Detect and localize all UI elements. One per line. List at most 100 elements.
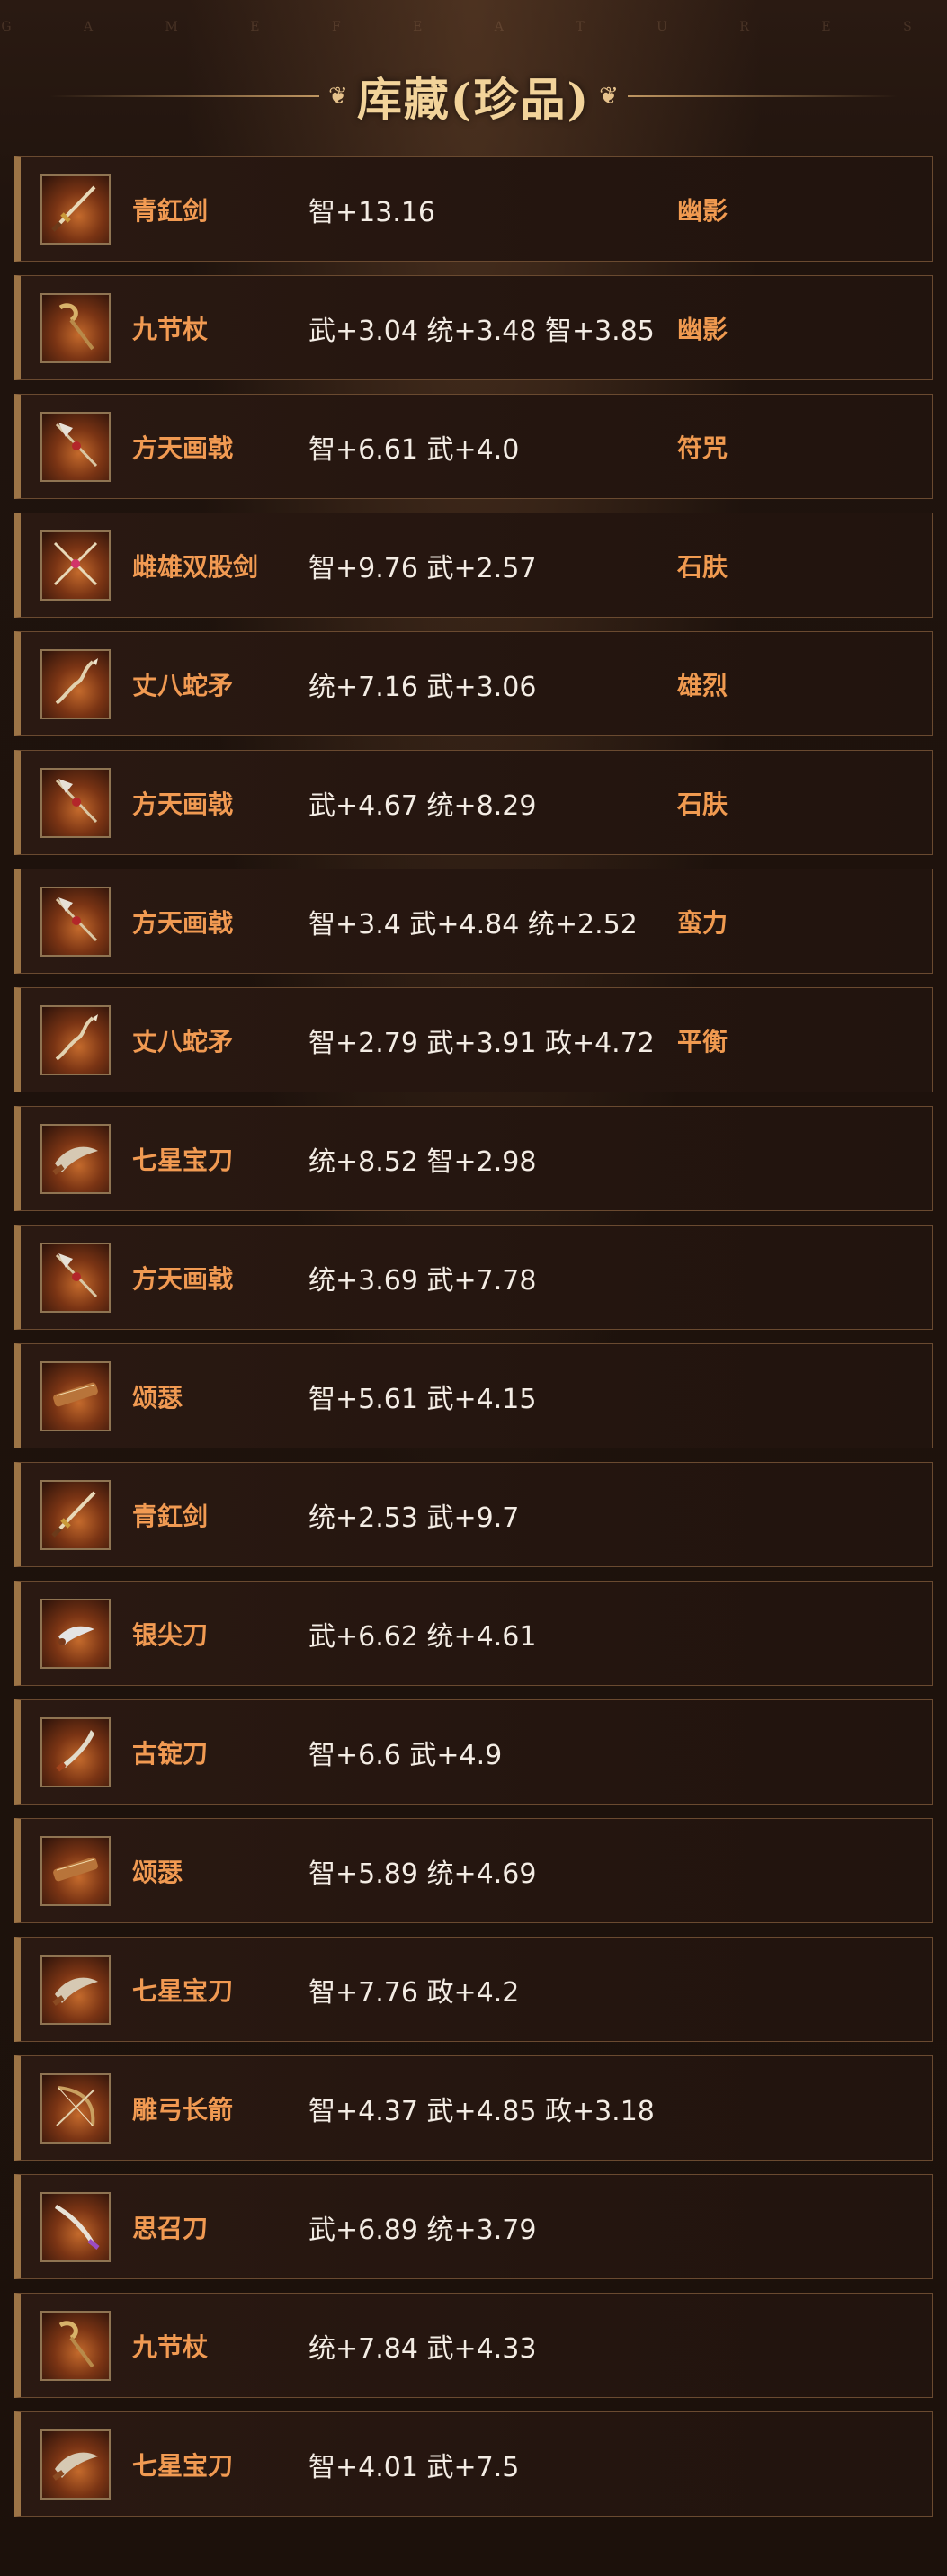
item-name: 方天画戟 [132, 432, 234, 463]
item-icon-frame [40, 1835, 111, 1906]
item-trait: 石肤 [677, 789, 728, 819]
blade-icon [46, 1128, 105, 1190]
treasure-row[interactable]: 雌雄双股剑 智+9.76 武+2.57 石肤 [14, 513, 933, 618]
treasure-row[interactable]: 九节杖 统+7.84 武+4.33 [14, 2293, 933, 2398]
item-name: 方天画戟 [132, 789, 234, 819]
halberd-icon [46, 771, 105, 834]
item-stats: 智+6.6 武+4.9 [308, 1739, 503, 1771]
treasure-row[interactable]: 思召刀 武+6.89 统+3.79 [14, 2174, 933, 2279]
item-icon-frame [40, 2310, 111, 2381]
page-title: 库藏(珍品) [356, 73, 591, 126]
item-trait: 平衡 [677, 1026, 728, 1056]
item-name: 雌雄双股剑 [132, 551, 259, 582]
item-icon-frame [40, 174, 111, 245]
blade-icon [46, 1958, 105, 2021]
item-icon-frame [40, 767, 111, 838]
halberd-icon [46, 1246, 105, 1309]
title-divider-left [49, 95, 320, 97]
item-stats: 武+4.67 统+8.29 [308, 789, 537, 822]
item-name: 青釭剑 [132, 1501, 209, 1531]
item-trait: 石肤 [677, 551, 728, 582]
item-icon-frame [40, 292, 111, 363]
item-stats: 统+7.84 武+4.33 [308, 2332, 537, 2365]
silver-blade-icon [46, 1602, 105, 1665]
item-icon-frame [40, 1598, 111, 1669]
item-icon-frame [40, 1242, 111, 1313]
zither-icon [46, 1365, 105, 1428]
item-stats: 智+5.61 武+4.15 [308, 1383, 537, 1415]
item-name: 古锭刀 [132, 1738, 209, 1769]
item-stats: 智+4.01 武+7.5 [308, 2451, 520, 2483]
treasure-list: 青釭剑 智+13.16 幽影 九节杖 武+3.04 统+3.48 智+3.85 … [14, 156, 933, 2530]
sword-icon [46, 178, 105, 241]
treasure-row[interactable]: 方天画戟 武+4.67 统+8.29 石肤 [14, 750, 933, 855]
item-icon-frame [40, 1004, 111, 1075]
item-icon-frame [40, 2429, 111, 2500]
blade-icon [46, 2433, 105, 2496]
item-name: 丈八蛇矛 [132, 1026, 234, 1056]
serpent-spear-icon [46, 1009, 105, 1072]
treasure-row[interactable]: 青釭剑 智+13.16 幽影 [14, 156, 933, 262]
item-icon-frame [40, 648, 111, 719]
item-name: 七星宝刀 [132, 1145, 234, 1175]
item-stats: 智+7.76 政+4.2 [308, 1976, 520, 2009]
serpent-spear-icon [46, 653, 105, 716]
item-name: 颂瑟 [132, 1382, 183, 1413]
ornament-left-icon: ❦ [328, 83, 348, 110]
title-divider-right [627, 95, 898, 97]
treasure-row[interactable]: 七星宝刀 智+4.01 武+7.5 [14, 2411, 933, 2517]
item-icon-frame [40, 1954, 111, 2025]
item-name: 七星宝刀 [132, 1975, 234, 2006]
treasure-row[interactable]: 方天画戟 智+6.61 武+4.0 符咒 [14, 394, 933, 499]
item-trait: 幽影 [677, 314, 728, 344]
item-stats: 统+2.53 武+9.7 [308, 1502, 520, 1534]
bow-icon [46, 2077, 105, 2140]
item-trait: 蛮力 [677, 907, 728, 938]
item-icon-frame [40, 1123, 111, 1194]
item-name: 颂瑟 [132, 1857, 183, 1887]
treasure-row[interactable]: 颂瑟 智+5.89 统+4.69 [14, 1818, 933, 1923]
treasure-row[interactable]: 丈八蛇矛 智+2.79 武+3.91 政+4.72 平衡 [14, 987, 933, 1092]
item-stats: 智+4.37 武+4.85 政+3.18 [308, 2095, 655, 2127]
treasure-row[interactable]: 七星宝刀 统+8.52 智+2.98 [14, 1106, 933, 1211]
treasure-row[interactable]: 丈八蛇矛 统+7.16 武+3.06 雄烈 [14, 631, 933, 736]
saber-icon [46, 1721, 105, 1784]
item-name: 思召刀 [132, 2213, 209, 2243]
title-bar: ❦ 库藏(珍品) ❦ [0, 65, 947, 128]
item-name: 丈八蛇矛 [132, 670, 234, 700]
item-stats: 统+3.69 武+7.78 [308, 1264, 537, 1297]
header-subtitle: G A M E F E A T U R E S [1, 20, 946, 34]
treasure-row[interactable]: 九节杖 武+3.04 统+3.48 智+3.85 幽影 [14, 275, 933, 380]
item-stats: 统+7.16 武+3.06 [308, 671, 537, 703]
treasure-row[interactable]: 银尖刀 武+6.62 统+4.61 [14, 1581, 933, 1686]
item-stats: 武+3.04 统+3.48 智+3.85 [308, 315, 655, 347]
item-stats: 智+5.89 统+4.69 [308, 1858, 537, 1890]
page: G A M E F E A T U R E S ❦ 库藏(珍品) ❦ 青釭剑 智… [0, 0, 947, 2576]
treasure-row[interactable]: 青釭剑 统+2.53 武+9.7 [14, 1462, 933, 1567]
twin-swords-icon [46, 534, 105, 597]
item-stats: 武+6.62 统+4.61 [308, 1620, 537, 1653]
staff-icon [46, 297, 105, 360]
treasure-row[interactable]: 方天画戟 统+3.69 武+7.78 [14, 1225, 933, 1330]
item-name: 方天画戟 [132, 1263, 234, 1294]
item-icon-frame [40, 530, 111, 601]
item-name: 银尖刀 [132, 1619, 209, 1650]
treasure-row[interactable]: 雕弓长箭 智+4.37 武+4.85 政+3.18 [14, 2055, 933, 2161]
item-icon-frame [40, 2072, 111, 2144]
zither-icon [46, 1840, 105, 1903]
item-icon-frame [40, 2191, 111, 2262]
sword-icon [46, 1484, 105, 1546]
treasure-row[interactable]: 七星宝刀 智+7.76 政+4.2 [14, 1937, 933, 2042]
item-trait: 幽影 [677, 195, 728, 226]
treasure-row[interactable]: 古锭刀 智+6.6 武+4.9 [14, 1699, 933, 1805]
item-icon-frame [40, 411, 111, 482]
item-name: 九节杖 [132, 314, 209, 344]
item-name: 雕弓长箭 [132, 2094, 234, 2125]
item-name: 青釭剑 [132, 195, 209, 226]
curved-blade-icon [46, 2196, 105, 2259]
item-stats: 武+6.89 统+3.79 [308, 2214, 537, 2246]
treasure-row[interactable]: 颂瑟 智+5.61 武+4.15 [14, 1343, 933, 1448]
item-icon-frame [40, 1716, 111, 1787]
treasure-row[interactable]: 方天画戟 智+3.4 武+4.84 统+2.52 蛮力 [14, 869, 933, 974]
item-icon-frame [40, 886, 111, 957]
